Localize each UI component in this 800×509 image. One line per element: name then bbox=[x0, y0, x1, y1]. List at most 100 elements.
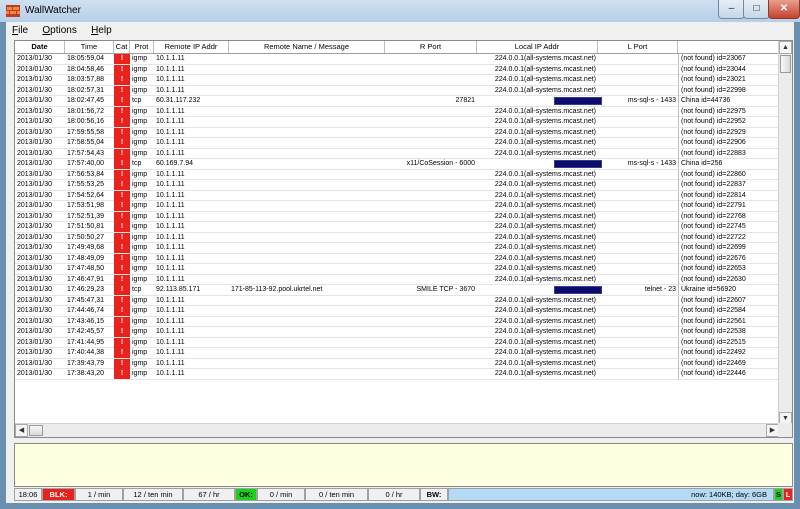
cell-info: (not found) id=22837 bbox=[678, 180, 779, 190]
column-header-lport[interactable]: L Port bbox=[598, 41, 678, 53]
cell-time: 18:01:56,72 bbox=[67, 107, 104, 115]
cell-rport bbox=[385, 275, 477, 285]
table-row[interactable]: 2013/01/30 17:51:50,81! igmp 10.1.1.11 224.0… bbox=[15, 222, 779, 233]
cell-rip: 60.31.117.232 bbox=[156, 97, 201, 104]
table-row[interactable]: 2013/01/30 17:53:51,98! igmp 10.1.1.11 224.0… bbox=[15, 201, 779, 212]
cell-info: (not found) id=22975 bbox=[678, 106, 779, 117]
cell-rport bbox=[385, 264, 477, 274]
cell-info: (not found) id=22929 bbox=[678, 127, 779, 138]
table-row[interactable]: 2013/01/30 17:46:29,23! tcp 92.113.85.171 17… bbox=[15, 285, 779, 296]
table-row[interactable]: 2013/01/30 17:57:40,00! tcp 60.169.7.94 x11/… bbox=[15, 159, 779, 170]
table-row[interactable]: 2013/01/30 17:55:53,25! igmp 10.1.1.11 224.0… bbox=[15, 180, 779, 191]
cell-prot: igmp bbox=[132, 359, 148, 367]
table-row[interactable]: 2013/01/30 17:43:46,15! igmp 10.1.1.11 224.0… bbox=[15, 316, 779, 327]
cell-time: 18:00:56,16 bbox=[67, 118, 104, 125]
cell-date: 2013/01/30 bbox=[17, 233, 53, 241]
column-header-lip[interactable]: Local IP Addr bbox=[477, 41, 598, 53]
cell-prot: igmp bbox=[132, 275, 148, 283]
cell-rport bbox=[385, 117, 477, 127]
cell-date: 2013/01/30 bbox=[17, 202, 53, 209]
table-row[interactable]: 2013/01/30 17:38:43,20! igmp 10.1.1.11 224.0… bbox=[15, 369, 779, 380]
cell-info: (not found) id=22676 bbox=[678, 253, 779, 264]
cell-rport bbox=[385, 327, 477, 337]
table-row[interactable]: 2013/01/30 18:01:56,72! igmp 10.1.1.11 224.0… bbox=[15, 106, 779, 117]
menu-file[interactable]: File bbox=[6, 22, 34, 40]
table-row[interactable]: 2013/01/30 17:57:54,43! igmp 10.1.1.11 224.0… bbox=[15, 148, 779, 159]
cell-lip: 224.0.0.1(all-systems.mcast.net) bbox=[494, 317, 596, 325]
table-header: Date Time Cat Prot Remote IP Addr Remote Name… bbox=[15, 41, 779, 54]
cell-rip: 10.1.1.11 bbox=[156, 254, 185, 262]
log-table[interactable]: Date Time Cat Prot Remote IP Addr Remote Name… bbox=[14, 40, 793, 438]
cell-rname bbox=[229, 359, 385, 369]
column-header-time[interactable]: Time bbox=[65, 41, 114, 53]
cell-lport bbox=[598, 264, 678, 274]
cell-date: 2013/01/30 bbox=[17, 107, 53, 115]
table-row[interactable]: 2013/01/30 17:48:49,09! igmp 10.1.1.11 224.0… bbox=[15, 253, 779, 264]
maximize-button[interactable]: □ bbox=[743, 0, 770, 19]
table-row[interactable]: 2013/01/30 17:41:44,95! igmp 10.1.1.11 224.0… bbox=[15, 337, 779, 348]
table-row[interactable]: 2013/01/30 18:00:56,16! igmp 10.1.1.11 224.0… bbox=[15, 117, 779, 128]
status-blk-label: BLK: bbox=[42, 488, 75, 501]
table-row[interactable]: 2013/01/30 17:42:45,57! igmp 10.1.1.11 224.0… bbox=[15, 327, 779, 338]
cell-time: 17:46:47,91 bbox=[67, 275, 104, 283]
table-row[interactable]: 2013/01/30 17:45:47,31! igmp 10.1.1.11 224.0… bbox=[15, 295, 779, 306]
cell-lport bbox=[598, 254, 678, 264]
column-header-rname[interactable]: Remote Name / Message bbox=[229, 41, 385, 53]
table-row[interactable]: 2013/01/30 18:05:59,04! igmp 10.1.1.11 224.0… bbox=[15, 54, 779, 65]
cell-cat: ! bbox=[114, 85, 130, 96]
cell-info: (not found) id=22952 bbox=[678, 117, 779, 127]
table-row[interactable]: 2013/01/30 18:04:58,46! igmp 10.1.1.11 224.0… bbox=[15, 64, 779, 75]
client-area: Date Time Cat Prot Remote IP Addr Remote Name… bbox=[6, 40, 794, 503]
table-row[interactable]: 2013/01/30 17:50:50,27! igmp 10.1.1.11 224.0… bbox=[15, 232, 779, 243]
cell-lport bbox=[598, 338, 678, 348]
table-row[interactable]: 2013/01/30 17:39:43,79! igmp 10.1.1.11 224.0… bbox=[15, 358, 779, 369]
cell-lport bbox=[598, 306, 678, 316]
column-header-date[interactable]: Date bbox=[15, 41, 65, 53]
horizontal-scrollbar[interactable]: ◀ ▶ bbox=[15, 423, 779, 437]
cell-time: 18:04:58,46 bbox=[67, 65, 104, 73]
table-row[interactable]: 2013/01/30 17:49:49,68! igmp 10.1.1.11 224.0… bbox=[15, 243, 779, 254]
table-row[interactable]: 2013/01/30 18:03:57,88! igmp 10.1.1.11 224.0… bbox=[15, 75, 779, 86]
message-pane[interactable] bbox=[14, 443, 793, 487]
table-row[interactable]: 2013/01/30 17:52:51,39! igmp 10.1.1.11 224.0… bbox=[15, 211, 779, 222]
cell-date: 2013/01/30 bbox=[17, 307, 53, 314]
menu-options[interactable]: Options bbox=[36, 22, 82, 40]
table-row[interactable]: 2013/01/30 17:46:47,91! igmp 10.1.1.11 224.0… bbox=[15, 274, 779, 285]
table-row[interactable]: 2013/01/30 17:44:46,74! igmp 10.1.1.11 224.0… bbox=[15, 306, 779, 317]
table-row[interactable]: 2013/01/30 17:54:52,64! igmp 10.1.1.11 224.0… bbox=[15, 190, 779, 201]
menu-help[interactable]: Help bbox=[85, 22, 118, 40]
table-row[interactable]: 2013/01/30 18:02:57,31! igmp 10.1.1.11 224.0… bbox=[15, 85, 779, 96]
cell-rname bbox=[229, 96, 385, 106]
arrow-up-icon[interactable]: ▲ bbox=[779, 41, 792, 54]
table-row[interactable]: 2013/01/30 17:56:53,84! igmp 10.1.1.11 224.0… bbox=[15, 169, 779, 180]
table-row[interactable]: 2013/01/30 17:58:55,04! igmp 10.1.1.11 224.0… bbox=[15, 138, 779, 149]
close-button[interactable]: ✕ bbox=[768, 0, 800, 19]
cell-lip: 224.0.0.1(all-systems.mcast.net) bbox=[494, 107, 596, 115]
minimize-button[interactable]: – bbox=[718, 0, 745, 19]
status-ok-per-ten: 0 / ten min bbox=[305, 488, 368, 501]
column-header-cat[interactable]: Cat bbox=[114, 41, 130, 53]
horizontal-scroll-thumb[interactable] bbox=[29, 425, 43, 436]
cell-lip: 224.0.0.1(all-systems.mcast.net) bbox=[494, 86, 596, 94]
arrow-left-icon[interactable]: ◀ bbox=[15, 424, 28, 437]
cell-cat: ! bbox=[114, 327, 130, 337]
title-bar: WallWatcher – □ ✕ bbox=[0, 0, 800, 22]
table-row[interactable]: 2013/01/30 17:59:55,58! igmp 10.1.1.11 224.0… bbox=[15, 127, 779, 138]
cell-rname bbox=[229, 327, 385, 337]
column-header-info[interactable] bbox=[678, 41, 779, 53]
table-row[interactable]: 2013/01/30 17:40:44,38! igmp 10.1.1.11 224.0… bbox=[15, 348, 779, 359]
column-header-rip[interactable]: Remote IP Addr bbox=[154, 41, 229, 53]
column-header-prot[interactable]: Prot bbox=[130, 41, 154, 53]
cell-lport bbox=[598, 65, 678, 75]
vertical-scrollbar[interactable]: ▲ ▼ bbox=[778, 41, 792, 425]
cell-time: 18:02:57,31 bbox=[67, 86, 104, 94]
cell-lport bbox=[598, 201, 678, 211]
vertical-scroll-thumb[interactable] bbox=[780, 55, 791, 73]
cell-rname bbox=[229, 65, 385, 75]
cell-lip: 224.0.0.1(all-systems.mcast.net) bbox=[494, 307, 596, 314]
table-row[interactable]: 2013/01/30 17:47:48,50! igmp 10.1.1.11 224.0… bbox=[15, 264, 779, 275]
cell-lip: 224.0.0.1(all-systems.mcast.net) bbox=[494, 76, 596, 83]
column-header-rport[interactable]: R Port bbox=[385, 41, 477, 53]
cell-date: 2013/01/30 bbox=[17, 160, 53, 167]
table-row[interactable]: 2013/01/30 18:02:47,45! tcp 60.31.117.232 27… bbox=[15, 96, 779, 107]
